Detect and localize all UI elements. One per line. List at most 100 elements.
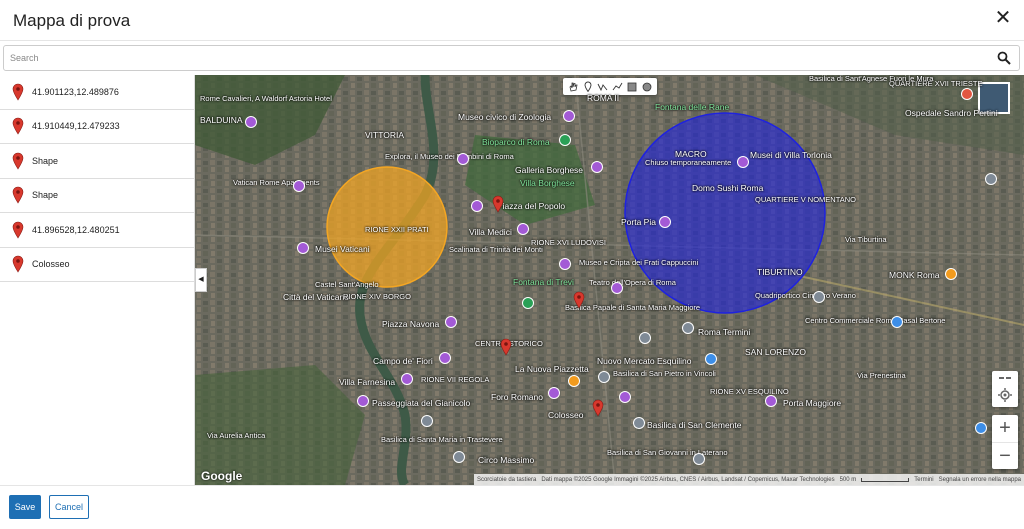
poi-icon[interactable] <box>985 173 997 185</box>
poi-icon[interactable] <box>297 242 309 254</box>
scale-label[interactable]: 500 m <box>840 477 857 483</box>
terms-link[interactable]: Termini <box>914 477 933 483</box>
cancel-button[interactable]: Cancel <box>49 495 89 519</box>
list-item[interactable]: 41.896528,12.480251 <box>0 213 194 248</box>
poi-icon[interactable] <box>682 322 694 334</box>
poi-icon[interactable] <box>891 316 903 328</box>
poi-icon[interactable] <box>705 353 717 365</box>
marker-tool-icon[interactable] <box>582 81 593 92</box>
red-map-pin-icon[interactable] <box>592 399 604 417</box>
google-logo: Google <box>201 469 243 483</box>
poi-icon[interactable] <box>619 391 631 403</box>
red-map-pin-icon[interactable] <box>500 338 512 356</box>
map-label: Domo Sushi Roma <box>692 183 764 193</box>
zoom-in-button[interactable]: + <box>992 415 1018 442</box>
search-input[interactable] <box>4 46 984 70</box>
map-label: Colosseo <box>548 410 584 420</box>
poi-icon[interactable] <box>517 223 529 235</box>
map-label: Campo de' Fiori <box>373 356 433 366</box>
map-label: QUARTIERE V NOMENTANO <box>755 195 856 204</box>
list-item-label: 41.910449,12.479233 <box>32 121 120 132</box>
satellite-map[interactable]: Rome Cavalieri, A Waldorf Astoria Hotel … <box>195 75 1024 485</box>
poi-icon[interactable] <box>559 134 571 146</box>
search-icon[interactable] <box>997 51 1011 65</box>
rectangle-tool-icon[interactable] <box>626 81 637 92</box>
poi-icon[interactable] <box>813 291 825 303</box>
list-item-label: 41.901123,12.489876 <box>32 86 119 97</box>
poi-icon[interactable] <box>693 453 705 465</box>
map-label: Basilica di San Pietro in Vincoli <box>613 369 716 378</box>
map-label: Vatican Rome Apartments <box>233 178 320 187</box>
list-item[interactable]: 41.901123,12.489876 <box>0 75 194 110</box>
map-label: RIONE VII REGOLA <box>421 375 490 384</box>
map-label: RIONE XXII PRATI <box>365 225 429 234</box>
list-item[interactable]: Colosseo <box>0 248 194 282</box>
poi-icon[interactable] <box>421 415 433 427</box>
poi-icon[interactable] <box>439 352 451 364</box>
locate-icon[interactable] <box>992 371 1018 407</box>
poi-icon[interactable] <box>471 200 483 212</box>
red-map-pin-icon <box>12 152 24 170</box>
line-tool-icon[interactable] <box>612 81 623 92</box>
poi-icon[interactable] <box>559 258 571 270</box>
map-label: Nuovo Mercato Esquilino <box>597 356 692 366</box>
poi-icon[interactable] <box>548 387 560 399</box>
poi-icon[interactable] <box>945 268 957 280</box>
map-label: Porta Pia <box>621 217 656 227</box>
polyline-tool-icon[interactable] <box>597 81 608 92</box>
poi-icon[interactable] <box>639 332 651 344</box>
list-item[interactable]: Shape <box>0 144 194 179</box>
map-label: Fontana delle Rane <box>655 102 730 112</box>
map-label: Via Tiburtina <box>845 235 887 244</box>
list-item-label: Shape <box>32 190 59 201</box>
poi-icon[interactable] <box>633 417 645 429</box>
poi-icon[interactable] <box>563 110 575 122</box>
poi-icon[interactable] <box>453 451 465 463</box>
keyboard-shortcuts-link[interactable]: Scorciatoie da tastiera <box>477 477 536 483</box>
poi-icon[interactable] <box>961 88 973 100</box>
map-label: Roma Termini <box>698 327 751 337</box>
poi-icon[interactable] <box>457 153 469 165</box>
map-label: Teatro dell'Opera di Roma <box>589 278 676 287</box>
circle-tool-icon[interactable] <box>641 81 652 92</box>
poi-icon[interactable] <box>357 395 369 407</box>
zoom-control: + − <box>992 415 1018 469</box>
poi-icon[interactable] <box>445 316 457 328</box>
header-divider <box>0 40 1024 41</box>
poi-icon[interactable] <box>401 373 413 385</box>
list-item[interactable]: Shape <box>0 179 194 213</box>
map-label: Musei di Villa Torlonia <box>750 150 832 160</box>
map-label: Centro Commerciale Roma Casal Bertone <box>805 316 946 325</box>
map-label: Città del Vaticano <box>283 292 349 302</box>
poi-icon[interactable] <box>765 395 777 407</box>
poi-icon[interactable] <box>659 216 671 228</box>
hand-icon[interactable] <box>568 81 579 92</box>
my-location-control[interactable] <box>992 371 1018 407</box>
map-label: Basilica di Sant'Agnese Fuori le Mura <box>809 75 934 83</box>
poi-icon[interactable] <box>611 282 623 294</box>
map-label: Ospedale Sandro Pertini <box>905 108 998 118</box>
collapse-sidebar-button[interactable]: ◀ <box>195 268 207 292</box>
poi-icon[interactable] <box>737 156 749 168</box>
map-label: Piazza del Popolo <box>497 201 566 211</box>
poi-icon[interactable] <box>598 371 610 383</box>
list-item[interactable]: 41.910449,12.479233 <box>0 110 194 144</box>
poi-icon[interactable] <box>522 297 534 309</box>
map-label: Via Prenestina <box>857 371 906 380</box>
poi-icon[interactable] <box>591 161 603 173</box>
red-map-pin-icon[interactable] <box>573 291 585 309</box>
poi-icon[interactable] <box>975 422 987 434</box>
save-button[interactable]: Save <box>9 495 41 519</box>
report-error-link[interactable]: Segnala un errore nella mappa <box>939 477 1021 483</box>
map-label: La Nuova Piazzetta <box>515 364 589 374</box>
poi-icon[interactable] <box>245 116 257 128</box>
poi-icon[interactable] <box>568 375 580 387</box>
red-map-pin-icon[interactable] <box>492 195 504 213</box>
red-map-pin-icon <box>12 83 24 101</box>
zoom-out-button[interactable]: − <box>992 442 1018 469</box>
scale-bar <box>861 477 910 482</box>
map-label: Foro Romano <box>491 392 543 402</box>
close-icon[interactable]: ✕ <box>991 6 1015 30</box>
map-label: Musei Vaticani <box>315 244 370 254</box>
poi-icon[interactable] <box>293 180 305 192</box>
